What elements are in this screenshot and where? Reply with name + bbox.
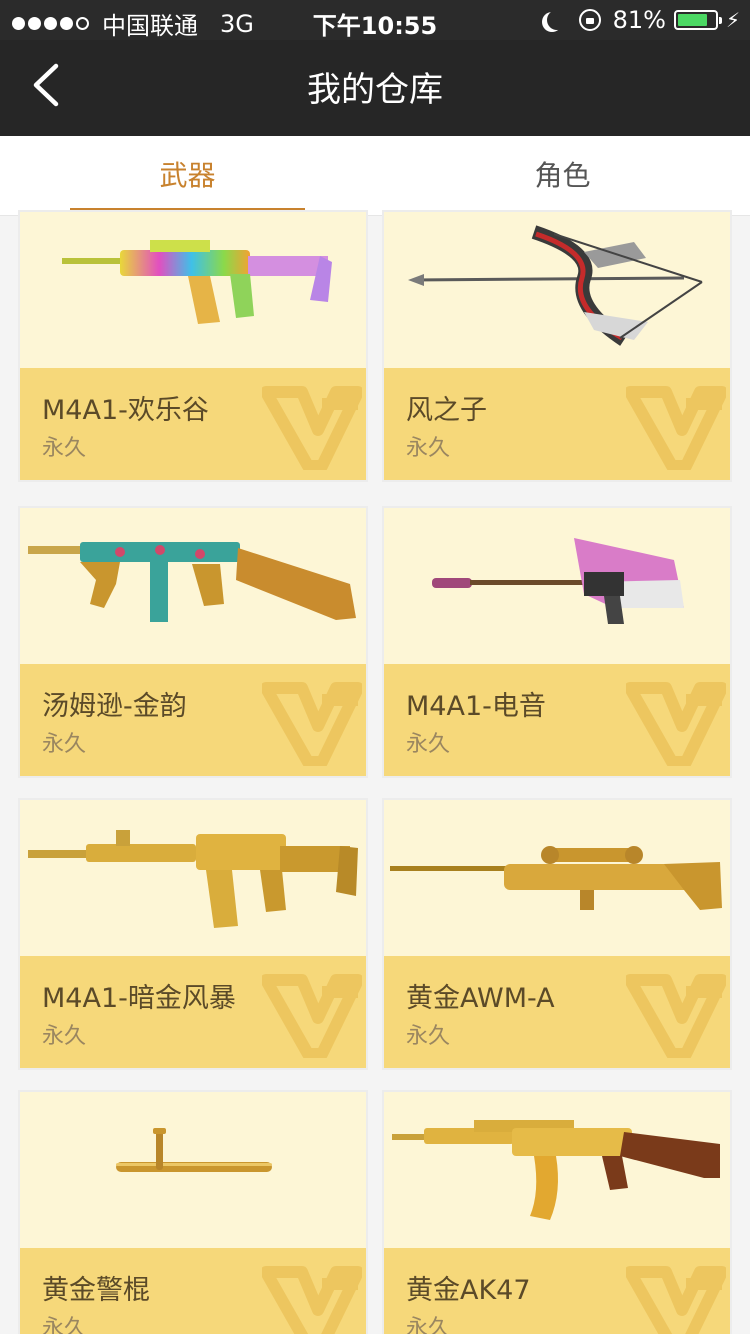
item-info: 汤姆逊-金韵 永久 [20,664,366,776]
item-name: 黄金AK47 [406,1275,531,1306]
item-name: 汤姆逊-金韵 [42,691,187,722]
item-name: 风之子 [406,395,487,426]
item-name: M4A1-暗金风暴 [42,983,236,1014]
item-info: 黄金AWM-A 永久 [384,956,730,1068]
item-image [384,212,730,368]
item-card[interactable]: M4A1-暗金风暴 永久 [18,798,368,1070]
cf-logo-icon [262,682,362,766]
item-image [384,508,730,664]
guitar-rifle-icon [432,538,684,624]
charging-icon: ⚡ [725,8,740,32]
item-duration: 永久 [406,1024,451,1049]
item-info: 风之子 永久 [384,368,730,480]
bow-icon [408,225,703,346]
item-card[interactable]: 黄金警棍 永久 [18,1090,368,1334]
tab-characters[interactable]: 角色 [375,136,750,216]
item-card[interactable]: 黄金AK47 永久 [382,1090,732,1334]
gold-baton-icon [116,1128,272,1172]
gold-sniper-icon [390,846,722,910]
item-image [384,800,730,956]
item-info: M4A1-暗金风暴 永久 [20,956,366,1068]
cf-logo-icon [262,974,362,1058]
item-card[interactable]: M4A1-电音 永久 [382,506,732,778]
item-image [20,800,366,956]
item-duration: 永久 [42,732,87,757]
item-info: M4A1-电音 永久 [384,664,730,776]
cf-logo-icon [626,974,726,1058]
item-info: M4A1-欢乐谷 永久 [20,368,366,480]
item-name: M4A1-欢乐谷 [42,395,209,426]
item-duration: 永久 [406,732,451,757]
status-bar: 中国联通 3G 下午10:55 81% ⚡ [0,0,750,40]
cf-logo-icon [626,386,726,470]
cf-logo-icon [626,682,726,766]
item-name: M4A1-电音 [406,691,546,722]
rotation-lock-icon [578,9,601,31]
item-duration: 永久 [42,1024,87,1049]
item-card[interactable]: 黄金AWM-A 永久 [382,798,732,1070]
item-duration: 永久 [406,436,451,461]
cf-logo-icon [262,1266,362,1334]
rifle-colorful-icon [62,240,332,324]
item-name: 黄金警棍 [42,1275,150,1306]
item-duration: 永久 [42,436,87,461]
cf-logo-icon [262,386,362,470]
status-right: 81% ⚡ [541,6,740,34]
tab-bar: 武器 角色 [0,136,750,216]
item-duration: 永久 [42,1316,87,1334]
battery-percent: 81% [612,6,666,34]
gold-rifle-icon [28,830,358,928]
gold-ak47-icon [392,1120,720,1220]
item-name: 黄金AWM-A [406,983,555,1014]
item-card[interactable]: 风之子 永久 [382,210,732,482]
cf-logo-icon [626,1266,726,1334]
battery-icon [673,10,722,30]
item-duration: 永久 [406,1316,451,1334]
item-card[interactable]: 汤姆逊-金韵 永久 [18,506,368,778]
item-image [20,212,366,368]
page-title: 我的仓库 [307,70,443,110]
tab-weapons[interactable]: 武器 [0,136,375,216]
item-info: 黄金AK47 永久 [384,1248,730,1334]
item-card[interactable]: M4A1-欢乐谷 永久 [18,210,368,482]
item-image [20,508,366,664]
item-info: 黄金警棍 永久 [20,1248,366,1334]
do-not-disturb-icon [547,10,567,30]
tommy-gun-icon [28,542,356,622]
nav-bar: 我的仓库 [0,40,750,136]
item-image [384,1092,730,1248]
item-image [20,1092,366,1248]
